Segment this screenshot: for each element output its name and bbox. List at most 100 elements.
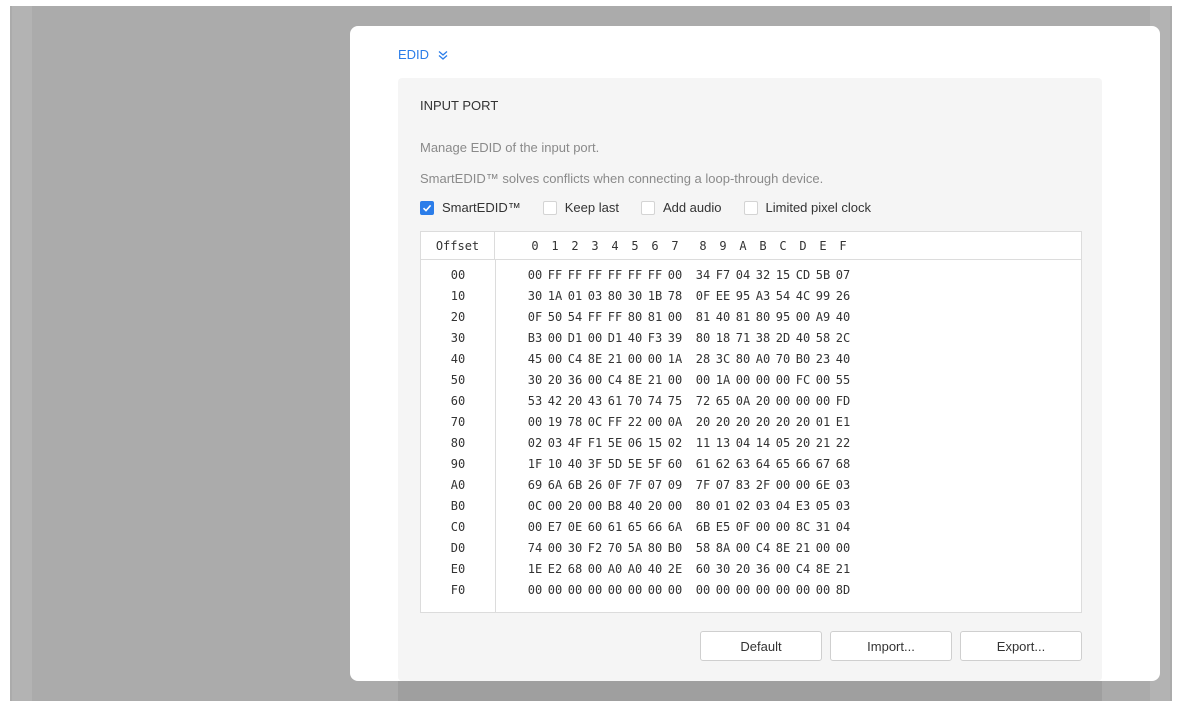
hex-byte[interactable]: 6E bbox=[813, 475, 833, 496]
hex-byte[interactable]: 03 bbox=[833, 496, 853, 517]
hex-byte[interactable]: 62 bbox=[713, 454, 733, 475]
hex-byte[interactable]: C4 bbox=[793, 559, 813, 580]
hex-byte[interactable]: 14 bbox=[753, 433, 773, 454]
hex-byte[interactable]: B0 bbox=[793, 349, 813, 370]
hex-byte[interactable]: C4 bbox=[565, 349, 585, 370]
hex-byte[interactable]: 8E bbox=[813, 559, 833, 580]
hex-byte[interactable]: C4 bbox=[605, 370, 625, 391]
hex-byte[interactable]: 40 bbox=[793, 328, 813, 349]
hex-byte[interactable]: 5A bbox=[625, 538, 645, 559]
hex-byte[interactable]: 00 bbox=[773, 475, 793, 496]
hex-byte[interactable]: 0C bbox=[525, 496, 545, 517]
hex-byte[interactable]: 80 bbox=[645, 538, 665, 559]
hex-byte[interactable]: 00 bbox=[625, 349, 645, 370]
hex-byte[interactable]: 74 bbox=[525, 538, 545, 559]
hex-byte[interactable]: EE bbox=[713, 286, 733, 307]
hex-byte[interactable]: 00 bbox=[733, 370, 753, 391]
hex-byte[interactable]: 00 bbox=[773, 517, 793, 538]
hex-byte[interactable]: 42 bbox=[545, 391, 565, 412]
hex-byte[interactable]: 70 bbox=[605, 538, 625, 559]
hex-byte[interactable]: 05 bbox=[773, 433, 793, 454]
hex-byte[interactable]: A0 bbox=[625, 559, 645, 580]
hex-byte[interactable]: 80 bbox=[693, 496, 713, 517]
smartedid-option[interactable]: SmartEDID™ bbox=[420, 200, 521, 215]
hex-byte[interactable]: FF bbox=[605, 307, 625, 328]
hex-byte[interactable]: A0 bbox=[753, 349, 773, 370]
hex-byte[interactable]: 00 bbox=[665, 307, 685, 328]
hex-byte[interactable]: 00 bbox=[605, 580, 625, 601]
hex-byte[interactable]: 30 bbox=[525, 370, 545, 391]
hex-byte[interactable]: 66 bbox=[793, 454, 813, 475]
hex-byte[interactable]: 45 bbox=[525, 349, 545, 370]
hex-byte[interactable]: E7 bbox=[545, 517, 565, 538]
hex-byte[interactable]: B8 bbox=[605, 496, 625, 517]
hex-byte[interactable]: 65 bbox=[625, 517, 645, 538]
hex-byte[interactable]: 80 bbox=[605, 286, 625, 307]
hex-byte[interactable]: 40 bbox=[625, 496, 645, 517]
hex-byte[interactable]: 80 bbox=[753, 307, 773, 328]
hex-byte[interactable]: 07 bbox=[645, 475, 665, 496]
hex-byte[interactable]: 80 bbox=[625, 307, 645, 328]
hex-byte[interactable]: 00 bbox=[693, 370, 713, 391]
hex-byte[interactable]: 2C bbox=[833, 328, 853, 349]
hex-byte[interactable]: 00 bbox=[733, 580, 753, 601]
hex-byte[interactable]: 69 bbox=[525, 475, 545, 496]
hex-byte[interactable]: 66 bbox=[645, 517, 665, 538]
hex-byte[interactable]: 02 bbox=[665, 433, 685, 454]
hex-byte[interactable]: 00 bbox=[793, 307, 813, 328]
hex-byte[interactable]: 00 bbox=[813, 580, 833, 601]
hex-byte[interactable]: 1E bbox=[525, 559, 545, 580]
hex-byte[interactable]: 70 bbox=[625, 391, 645, 412]
hex-byte[interactable]: C4 bbox=[753, 538, 773, 559]
hex-byte[interactable]: 22 bbox=[625, 412, 645, 433]
hex-byte[interactable]: 00 bbox=[645, 580, 665, 601]
hex-byte[interactable]: 20 bbox=[773, 412, 793, 433]
hex-byte[interactable]: 00 bbox=[585, 559, 605, 580]
hex-byte[interactable]: 60 bbox=[693, 559, 713, 580]
hex-byte[interactable]: 20 bbox=[713, 412, 733, 433]
hex-byte[interactable]: FF bbox=[565, 265, 585, 286]
hex-byte[interactable]: 40 bbox=[625, 328, 645, 349]
hex-byte[interactable]: 31 bbox=[813, 517, 833, 538]
hex-byte[interactable]: 20 bbox=[753, 391, 773, 412]
hex-byte[interactable]: F3 bbox=[645, 328, 665, 349]
hex-byte[interactable]: 00 bbox=[793, 580, 813, 601]
hex-byte[interactable]: 1A bbox=[665, 349, 685, 370]
hex-byte[interactable]: 75 bbox=[665, 391, 685, 412]
hex-byte[interactable]: 4F bbox=[565, 433, 585, 454]
hex-byte[interactable]: FF bbox=[625, 265, 645, 286]
hex-byte[interactable]: 19 bbox=[545, 412, 565, 433]
hex-byte[interactable]: 68 bbox=[565, 559, 585, 580]
hex-byte[interactable]: 1F bbox=[525, 454, 545, 475]
hex-byte[interactable]: 63 bbox=[733, 454, 753, 475]
hex-byte[interactable]: 40 bbox=[833, 349, 853, 370]
hex-byte[interactable]: 13 bbox=[713, 433, 733, 454]
hex-byte[interactable]: 04 bbox=[773, 496, 793, 517]
hex-byte[interactable]: 0C bbox=[585, 412, 605, 433]
hex-byte[interactable]: 36 bbox=[565, 370, 585, 391]
hex-byte[interactable]: 10 bbox=[545, 454, 565, 475]
hex-byte[interactable]: 00 bbox=[713, 580, 733, 601]
hex-byte[interactable]: F2 bbox=[585, 538, 605, 559]
hex-byte[interactable]: 1B bbox=[645, 286, 665, 307]
hex-byte[interactable]: 0F bbox=[693, 286, 713, 307]
hex-byte[interactable]: 21 bbox=[605, 349, 625, 370]
hex-byte[interactable]: 00 bbox=[645, 412, 665, 433]
hex-byte[interactable]: 50 bbox=[545, 307, 565, 328]
hex-byte[interactable]: 20 bbox=[565, 391, 585, 412]
hex-byte[interactable]: FF bbox=[645, 265, 665, 286]
hex-byte[interactable]: 11 bbox=[693, 433, 713, 454]
hex-byte[interactable]: FF bbox=[585, 307, 605, 328]
hex-byte[interactable]: 00 bbox=[525, 517, 545, 538]
hex-byte[interactable]: 00 bbox=[625, 580, 645, 601]
hex-byte[interactable]: 8C bbox=[793, 517, 813, 538]
hex-byte[interactable]: 8A bbox=[713, 538, 733, 559]
hex-byte[interactable]: 68 bbox=[833, 454, 853, 475]
hex-byte[interactable]: 1A bbox=[545, 286, 565, 307]
hex-byte[interactable]: 65 bbox=[713, 391, 733, 412]
limited-pixel-clock-checkbox[interactable] bbox=[743, 200, 758, 215]
smartedid-checkbox[interactable] bbox=[420, 200, 434, 215]
hex-byte[interactable]: 03 bbox=[545, 433, 565, 454]
hex-byte[interactable]: CD bbox=[793, 265, 813, 286]
hex-byte[interactable]: 00 bbox=[525, 580, 545, 601]
